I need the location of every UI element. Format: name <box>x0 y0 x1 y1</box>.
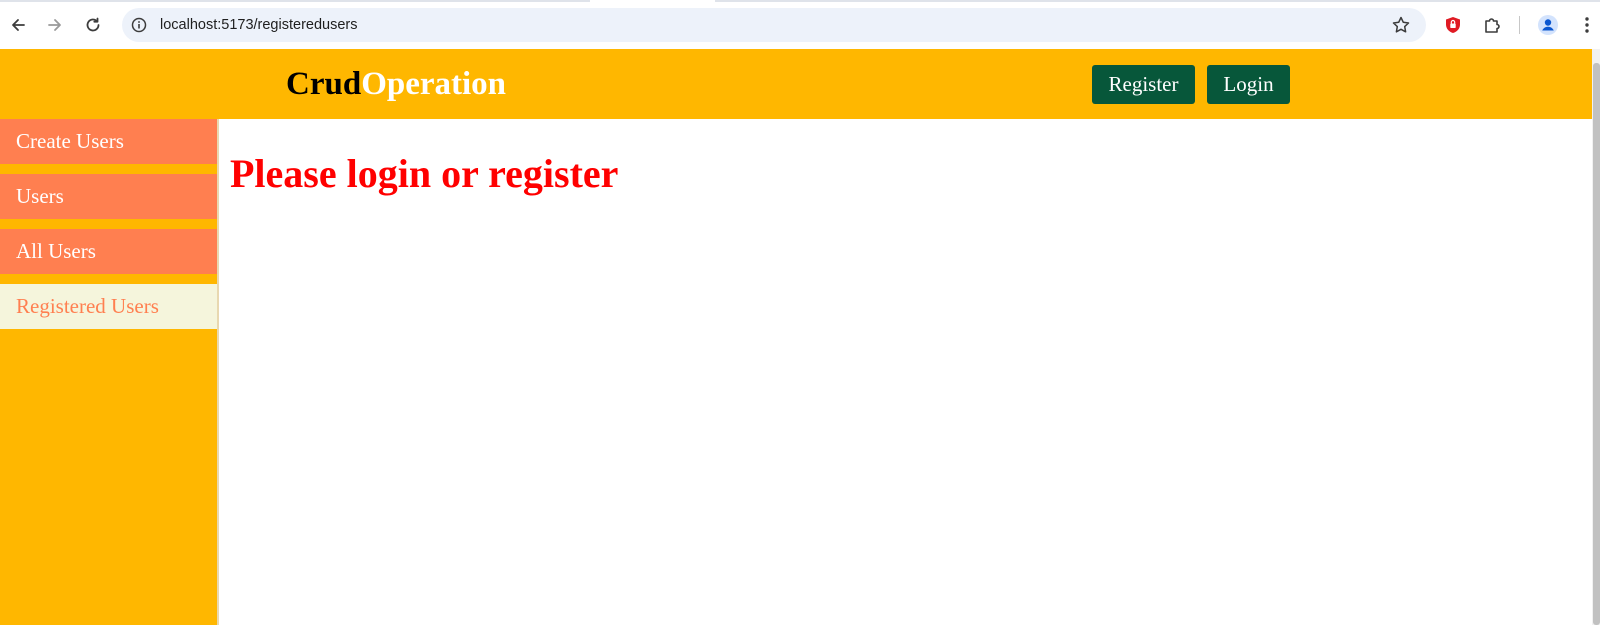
sidebar-item-create-users[interactable]: Create Users <box>0 119 217 164</box>
register-button[interactable]: Register <box>1092 65 1195 104</box>
sidebar-item-all-users[interactable]: All Users <box>0 229 217 274</box>
sidebar-item-registered-users[interactable]: Registered Users <box>0 284 217 329</box>
sidebar-divider <box>217 119 219 625</box>
back-arrow-icon[interactable] <box>5 12 31 38</box>
active-tab-edge <box>590 0 715 2</box>
extensions-puzzle-icon[interactable] <box>1479 12 1505 38</box>
brand-logo[interactable]: CrudOperation <box>286 65 506 103</box>
tab-strip-edge <box>0 0 1600 2</box>
sidebar: Create Users Users All Users Registered … <box>0 119 217 625</box>
bookmark-star-icon[interactable] <box>1388 12 1414 38</box>
url-text[interactable]: localhost:5173/registeredusers <box>160 17 357 34</box>
forward-arrow-icon[interactable] <box>42 12 68 38</box>
site-info-icon[interactable] <box>126 12 152 38</box>
app-header: CrudOperation Register Login <box>0 49 1592 119</box>
profile-avatar-icon[interactable] <box>1535 12 1561 38</box>
shield-extension-icon[interactable] <box>1440 12 1466 38</box>
reload-icon[interactable] <box>80 12 106 38</box>
login-button[interactable]: Login <box>1207 65 1290 104</box>
brand-part-crud: Crud <box>286 66 362 102</box>
browser-toolbar: localhost:5173/registeredusers <box>0 0 1600 50</box>
login-prompt-message: Please login or register <box>230 151 619 196</box>
brand-part-operation: Operation <box>361 66 507 102</box>
scrollbar-thumb[interactable] <box>1593 63 1600 625</box>
menu-kebab-icon[interactable] <box>1574 12 1600 38</box>
toolbar-divider <box>1519 16 1520 34</box>
sidebar-item-users[interactable]: Users <box>0 174 217 219</box>
